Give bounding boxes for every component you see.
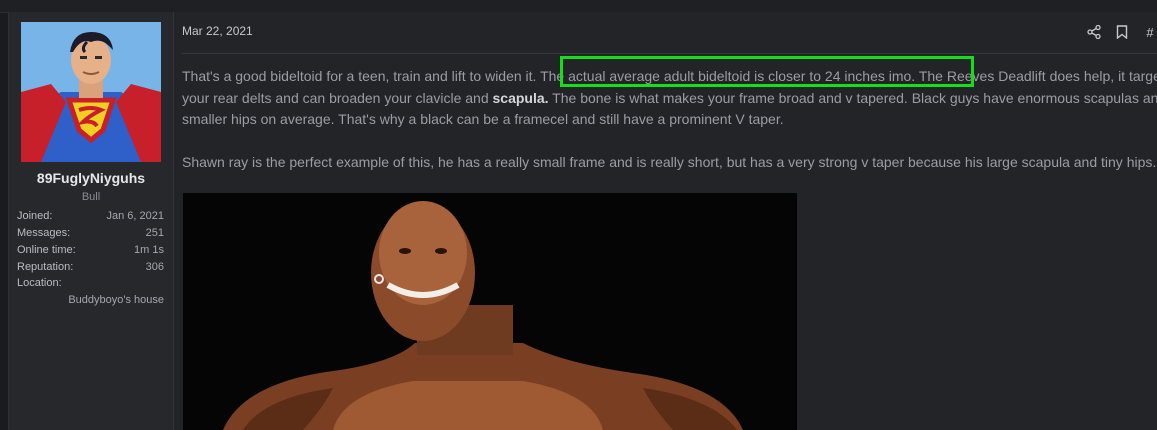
stat-label: Online time: — [17, 244, 76, 256]
stat-label: Joined: — [17, 210, 53, 222]
post-content: Mar 22, 2021 # That's a good bideltoid f… — [182, 12, 1157, 430]
bold-text: scapula. — [492, 89, 549, 106]
stat-value: 306 — [145, 261, 164, 273]
avatar[interactable] — [21, 22, 161, 162]
post-actions: # — [1086, 22, 1157, 42]
bookmark-icon[interactable] — [1114, 24, 1130, 40]
avatar-image — [21, 22, 161, 162]
bodybuilder-photo — [183, 193, 797, 430]
stat-value[interactable]: 251 — [146, 227, 164, 239]
user-sidebar: 89FuglyNiyguhs Bull Joined: Jan 6, 2021 … — [9, 12, 174, 430]
share-icon[interactable] — [1086, 24, 1102, 40]
post-image[interactable] — [183, 193, 797, 430]
stat-label: Reputation: — [17, 261, 74, 273]
forum-post: 89FuglyNiyguhs Bull Joined: Jan 6, 2021 … — [8, 12, 1157, 430]
highlighted-text: The actual average adult bideltoid is cl… — [540, 68, 916, 84]
message-paragraph: Shawn ray is the perfect example of this… — [182, 154, 1157, 170]
permalink-link[interactable]: # — [1142, 24, 1157, 40]
stat-label: Location: — [17, 277, 62, 289]
username[interactable]: 89FuglyNiyguhs — [9, 170, 173, 186]
message-paragraph: That's a good bideltoid for a teen, trai… — [182, 66, 1157, 131]
location-value[interactable]: Buddyboyo's house — [17, 294, 164, 306]
post-date[interactable]: Mar 22, 2021 — [182, 24, 253, 38]
message-body: That's a good bideltoid for a teen, trai… — [182, 66, 1157, 174]
post-divider — [182, 53, 1157, 54]
message-text: That's a good bideltoid for a teen, trai… — [182, 68, 541, 84]
stat-value: 1m 1s — [134, 244, 164, 256]
user-title: Bull — [81, 191, 101, 203]
stat-value: Jan 6, 2021 — [106, 210, 165, 222]
stat-label: Messages: — [17, 227, 71, 239]
